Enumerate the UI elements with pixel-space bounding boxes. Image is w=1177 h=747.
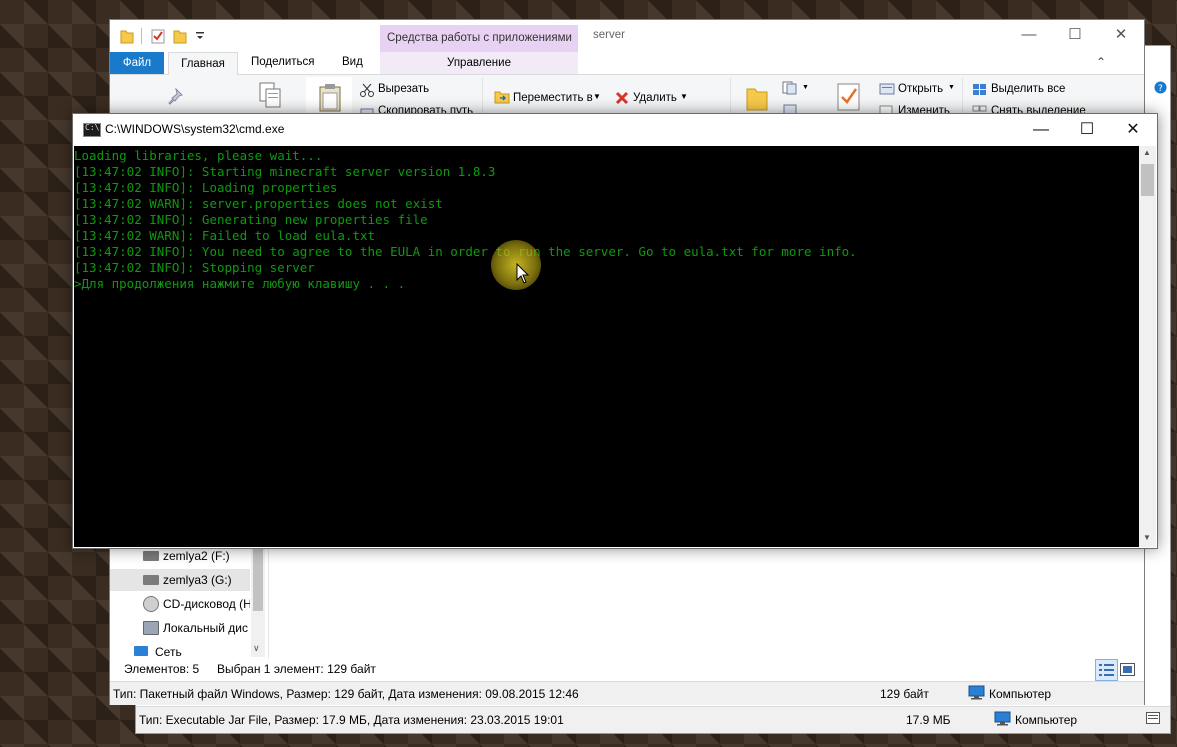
- properties-check-icon[interactable]: [151, 28, 165, 44]
- mouse-cursor-icon: [516, 262, 530, 285]
- back-status-type: Тип: Executable Jar File, Размер: 17.9 М…: [139, 713, 564, 727]
- cmd-scrollbar[interactable]: ▲ ▼: [1139, 146, 1156, 547]
- context-tab-header: Средства работы с приложениями: [380, 25, 578, 52]
- chevron-down-icon[interactable]: ▼: [680, 92, 688, 101]
- folder-icon[interactable]: [120, 28, 134, 44]
- item-status-bar: Элементов: 5 Выбран 1 элемент: 129 байт: [110, 659, 1144, 681]
- nav-item-drive-g[interactable]: zemlya3 (G:): [110, 569, 250, 591]
- cmd-window: C:\ C:\WINDOWS\system32\cmd.exe — ☐ ✕ Lo…: [72, 113, 1158, 549]
- minimize-button[interactable]: —: [1006, 20, 1052, 50]
- context-tab-label: Средства работы с приложениями: [387, 32, 572, 44]
- cut-button[interactable]: Вырезать: [378, 83, 429, 95]
- tab-manage[interactable]: Управление: [380, 52, 578, 74]
- console-line: [13:47:02 INFO]: Loading properties: [74, 180, 338, 195]
- item-count: Элементов: 5: [124, 662, 200, 676]
- cmd-titlebar: C:\ C:\WINDOWS\system32\cmd.exe — ☐ ✕: [73, 114, 1157, 146]
- computer-icon: [994, 711, 1011, 729]
- tab-home[interactable]: Главная: [168, 52, 238, 76]
- drive-icon: [143, 551, 159, 561]
- scroll-down-icon[interactable]: ∨: [253, 643, 260, 654]
- cd-drive-icon: [143, 596, 159, 612]
- drive-icon: [143, 621, 159, 635]
- tab-share[interactable]: Поделиться: [251, 56, 315, 68]
- navigation-pane: zemlya2 (F:) zemlya3 (G:) CD-дисковод (H…: [110, 545, 268, 659]
- cut-icon[interactable]: [360, 83, 374, 100]
- ribbon-divider: [482, 78, 483, 114]
- new-folder-large-icon[interactable]: [746, 83, 768, 114]
- console-line: [13:47:02 INFO]: You need to agree to th…: [74, 244, 857, 259]
- delete-icon[interactable]: [615, 91, 629, 108]
- console-line: [13:47:02 INFO]: Stopping server: [74, 260, 315, 275]
- scroll-down-icon[interactable]: ▼: [1143, 533, 1151, 542]
- nav-item-cd-drive[interactable]: CD-дисковод (H: [110, 593, 250, 615]
- console-line: [13:47:02 INFO]: Starting minecraft serv…: [74, 164, 496, 179]
- console-icon: C:\: [83, 123, 101, 137]
- cmd-title: C:\WINDOWS\system32\cmd.exe: [105, 122, 285, 136]
- chevron-down-icon[interactable]: ▼: [802, 84, 809, 91]
- computer-icon: [968, 685, 985, 703]
- select-all-icon[interactable]: [972, 83, 987, 99]
- details-view-button[interactable]: [1095, 659, 1118, 681]
- cmd-scrollbar-thumb[interactable]: [1141, 164, 1154, 196]
- pane-divider[interactable]: [268, 545, 269, 659]
- select-all-button[interactable]: Выделить все: [991, 83, 1065, 95]
- open-icon[interactable]: [879, 83, 895, 98]
- chevron-down-icon[interactable]: [195, 30, 209, 46]
- status-location: Компьютер: [989, 687, 1052, 701]
- pin-icon[interactable]: [166, 87, 186, 110]
- new-folder-icon[interactable]: [173, 28, 187, 44]
- console-line: Loading libraries, please wait...: [74, 148, 323, 163]
- console-line: [13:47:02 INFO]: Generating new properti…: [74, 212, 428, 227]
- ribbon-divider: [730, 78, 731, 114]
- drive-icon: [143, 575, 159, 585]
- tab-file[interactable]: Файл: [110, 52, 164, 74]
- maximize-button[interactable]: ☐: [1052, 20, 1098, 50]
- delete-button[interactable]: Удалить: [633, 92, 677, 104]
- chevron-down-icon[interactable]: ▼: [593, 92, 601, 101]
- cmd-close-button[interactable]: ✕: [1110, 114, 1156, 146]
- console-line: [13:47:02 WARN]: Failed to load eula.txt: [74, 228, 376, 243]
- qa-divider: [141, 28, 142, 44]
- console-prompt-line: >Для продолжения нажмите любую клавишу .…: [74, 276, 406, 291]
- nav-item-local-disk[interactable]: Локальный дис: [110, 617, 250, 639]
- status-size: 129 байт: [880, 687, 929, 701]
- large-icons-view-button[interactable]: [1120, 663, 1135, 679]
- details-view-icon[interactable]: [1146, 712, 1160, 727]
- cmd-maximize-button[interactable]: ☐: [1064, 114, 1110, 146]
- ribbon-collapse-icon[interactable]: ⌃: [1096, 55, 1106, 69]
- explorer-titlebar: Средства работы с приложениями server — …: [110, 20, 1144, 52]
- help-icon[interactable]: ?: [1154, 81, 1167, 97]
- move-to-icon[interactable]: [494, 90, 510, 107]
- scroll-up-icon[interactable]: ▲: [1143, 148, 1151, 157]
- paste-button[interactable]: [306, 77, 352, 115]
- ribbon-divider: [962, 78, 963, 114]
- back-status-location: Компьютер: [1015, 713, 1078, 727]
- close-button[interactable]: ✕: [1098, 20, 1144, 50]
- tab-view[interactable]: Вид: [342, 56, 363, 68]
- status-bar: Тип: Пакетный файл Windows, Размер: 129 …: [110, 681, 1144, 705]
- selection-info: Выбран 1 элемент: 129 байт: [217, 662, 376, 676]
- nav-scrollbar-thumb[interactable]: [253, 549, 263, 611]
- copy-icon[interactable]: [258, 81, 282, 114]
- back-status-bar: Тип: Executable Jar File, Размер: 17.9 М…: [136, 706, 1170, 733]
- move-to-button[interactable]: Переместить в: [513, 92, 593, 104]
- properties-icon[interactable]: [837, 83, 861, 114]
- ribbon-panel: Вырезать Скопировать путь Переместить в …: [110, 75, 1144, 116]
- network-icon: [134, 646, 148, 656]
- chevron-down-icon[interactable]: ▼: [948, 84, 955, 91]
- window-title: server: [593, 29, 625, 41]
- open-button[interactable]: Открыть: [898, 83, 943, 95]
- console-line: [13:47:02 WARN]: server.properties does …: [74, 196, 443, 211]
- back-status-size: 17.9 МБ: [906, 713, 951, 727]
- console-output[interactable]: Loading libraries, please wait... [13:47…: [74, 146, 1139, 547]
- new-item-icon[interactable]: [782, 81, 800, 98]
- status-type: Тип: Пакетный файл Windows, Размер: 129 …: [113, 687, 579, 701]
- cmd-minimize-button[interactable]: —: [1018, 114, 1064, 146]
- ribbon-tabs: Файл Главная Поделиться Вид Управление ⌃: [110, 52, 1144, 76]
- svg-text:?: ?: [1158, 84, 1163, 94]
- nav-item-network[interactable]: Сеть: [110, 643, 250, 659]
